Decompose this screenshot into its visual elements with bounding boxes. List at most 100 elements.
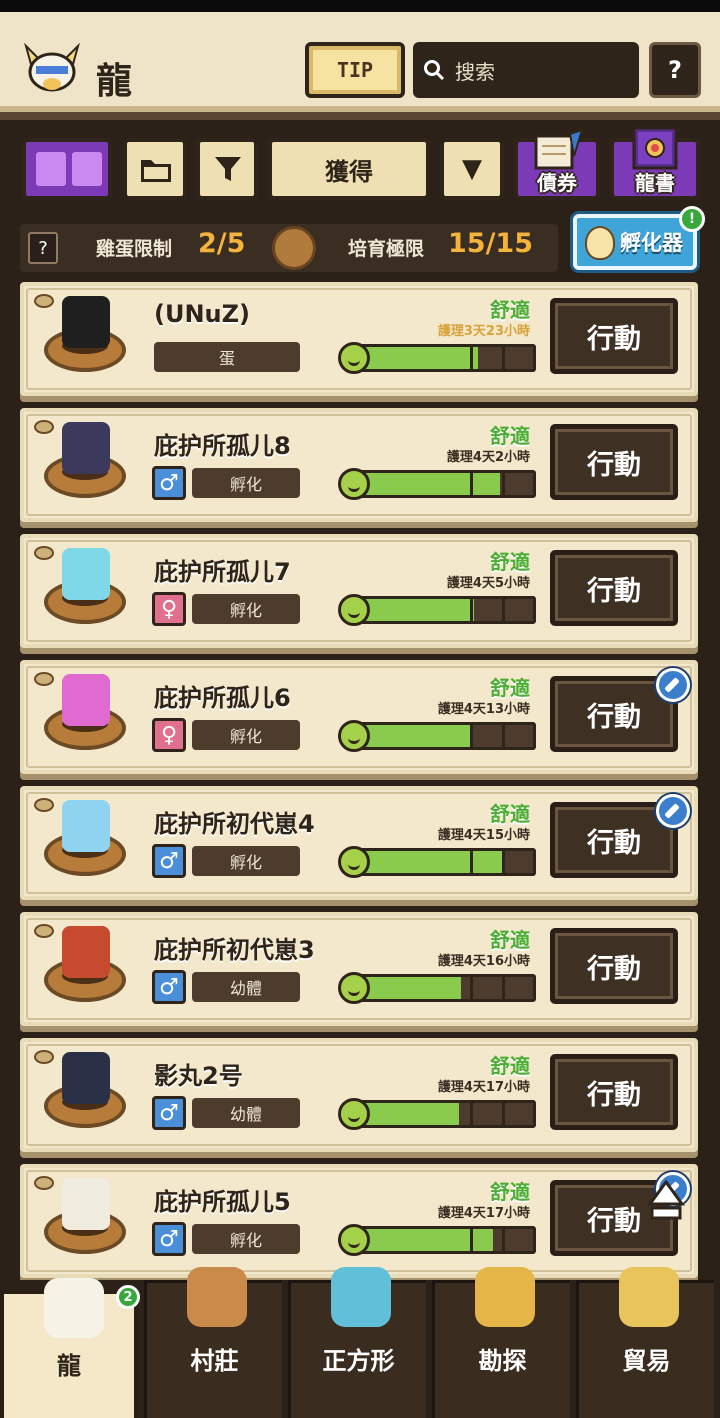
bar-segment: [470, 347, 474, 369]
sort-selector[interactable]: 獲得: [268, 138, 430, 200]
folder-icon: [141, 160, 171, 182]
dragon-card[interactable]: 庇护所孤儿6 ♀ 孵化 舒適 護理4天13小時 行動: [20, 660, 698, 774]
happy-face-icon: [338, 972, 370, 1004]
care-progress-bar: [346, 1100, 536, 1128]
nest-tag-icon: [34, 546, 54, 560]
nav-tab[interactable]: 村莊: [144, 1267, 282, 1418]
care-timer: 護理4天17小時: [437, 1080, 530, 1095]
nav-tab[interactable]: 勘探: [432, 1267, 570, 1418]
nest-tag-icon: [34, 420, 54, 434]
nurture-limit-value: 15/15: [448, 228, 534, 259]
female-gender-icon: ♀: [152, 718, 186, 752]
dragon-card[interactable]: 庇护所初代崽4 ♂ 孵化 舒適 護理4天15小時 行動: [20, 786, 698, 900]
bar-segment: [470, 473, 474, 495]
happy-face-icon: [338, 1098, 370, 1130]
female-gender-icon: ♀: [152, 592, 186, 626]
grid-view-button[interactable]: [22, 138, 112, 200]
nav-tab[interactable]: 正方形: [288, 1267, 426, 1418]
comfort-status: 舒適: [490, 928, 530, 952]
bond-button[interactable]: 債券: [514, 128, 600, 200]
nest-tag-icon: [34, 1050, 54, 1064]
egg-limit-label: 雞蛋限制: [96, 238, 173, 260]
filter-button[interactable]: [196, 138, 258, 200]
bar-segment: [470, 851, 474, 873]
dragon-book-button[interactable]: 龍書: [610, 126, 700, 200]
dragon-nav-icon: [44, 1278, 104, 1338]
tip-button[interactable]: TIP: [305, 42, 405, 98]
bar-segment: [470, 1103, 474, 1125]
nest-tag-icon: [34, 798, 54, 812]
egg-limit-value: 2/5: [198, 228, 246, 259]
dragon-sprite-icon: [62, 296, 110, 348]
nest-tag-icon: [34, 924, 54, 938]
incubator-notice-badge: !: [679, 206, 705, 232]
care-progress-fill: [349, 851, 504, 873]
bond-link-badge-icon: [656, 668, 690, 702]
dragon-name: 庇护所孤儿5: [154, 1188, 291, 1216]
bar-segment: [501, 1229, 505, 1251]
dragon-sprite-icon: [62, 674, 110, 726]
comfort-status: 舒適: [490, 676, 530, 700]
dragon-name: 影丸2号: [154, 1062, 243, 1090]
nav-dragon-badge: 2: [116, 1285, 140, 1309]
limits-help-button[interactable]: ?: [28, 232, 58, 264]
dragon-card[interactable]: (UNuZ) 蛋 舒適 護理3天23小時 行動: [20, 282, 698, 396]
search-icon: [424, 60, 445, 81]
dragon-name: 庇护所初代崽3: [154, 936, 315, 964]
bar-segment: [470, 599, 474, 621]
male-gender-icon: ♂: [152, 844, 186, 878]
bar-segment: [501, 851, 505, 873]
bar-segment: [501, 599, 505, 621]
fountain-icon: [331, 1267, 391, 1327]
action-button[interactable]: 行動: [550, 1054, 678, 1130]
action-button[interactable]: 行動: [550, 550, 678, 626]
care-timer: 護理4天17小時: [437, 1206, 530, 1221]
dragon-card[interactable]: 影丸2号 ♂ 幼體 舒適 護理4天17小時 行動: [20, 1038, 698, 1152]
scroll-to-top-icon[interactable]: [646, 1178, 686, 1224]
comfort-status: 舒適: [490, 802, 530, 826]
sort-dropdown-button[interactable]: ▼: [440, 138, 504, 200]
male-gender-icon: ♂: [152, 1222, 186, 1256]
dragon-sprite-icon: [62, 1052, 110, 1104]
dragon-book-label: 龍書: [635, 171, 675, 195]
care-progress-bar: [346, 848, 536, 876]
bottom-navigation: 龍 村莊 正方形 勘探 貿易: [0, 1267, 720, 1418]
happy-face-icon: [338, 846, 370, 878]
care-progress-bar: [346, 596, 536, 624]
bar-segment: [501, 473, 505, 495]
dragon-card[interactable]: 庇护所初代崽3 ♂ 幼體 舒適 護理4天16小時 行動: [20, 912, 698, 1026]
action-button[interactable]: 行動: [550, 298, 678, 374]
search-input[interactable]: 搜索: [413, 42, 639, 98]
bar-segment: [470, 725, 474, 747]
dragon-sprite-icon: [62, 548, 110, 600]
folder-button[interactable]: [123, 138, 187, 200]
comfort-status: 舒適: [490, 550, 530, 574]
nav-tab-label: 龍: [57, 1352, 81, 1380]
care-progress-bar: [346, 344, 536, 372]
nav-tab[interactable]: 貿易: [576, 1267, 714, 1418]
action-button[interactable]: 行動: [550, 928, 678, 1004]
happy-face-icon: [338, 1224, 370, 1256]
nest-tag-icon: [34, 294, 54, 308]
nav-tab-label: 勘探: [478, 1347, 527, 1375]
help-button[interactable]: ?: [649, 42, 701, 98]
dragon-sprite-icon: [62, 926, 110, 978]
action-button[interactable]: 行動: [550, 424, 678, 500]
dragon-card[interactable]: 庇护所孤儿7 ♀ 孵化 舒適 護理4天5小時 行動: [20, 534, 698, 648]
incubator-button[interactable]: 孵化器: [573, 214, 697, 270]
nav-tab-label: 村莊: [190, 1347, 239, 1375]
dragon-logo-icon: [24, 42, 80, 92]
chevron-down-icon: ▼: [462, 154, 482, 184]
growth-stage-label: 幼體: [192, 972, 300, 1002]
dragon-card[interactable]: 庇护所孤儿8 ♂ 孵化 舒適 護理4天2小時 行動: [20, 408, 698, 522]
care-timer: 護理4天2小時: [446, 450, 530, 465]
comfort-status: 舒適: [490, 298, 530, 322]
dragon-name: 庇护所孤儿8: [154, 432, 291, 460]
nurture-limit-label: 培育極限: [348, 238, 425, 260]
care-timer: 護理3天23小時: [437, 324, 530, 339]
nav-tab-label: 正方形: [322, 1347, 395, 1375]
happy-face-icon: [338, 720, 370, 752]
nav-tab[interactable]: 龍: [0, 1278, 138, 1418]
dragon-card[interactable]: 庇护所孤儿5 ♂ 孵化 舒適 護理4天17小時 行動: [20, 1164, 698, 1278]
nest-tag-icon: [34, 1176, 54, 1190]
